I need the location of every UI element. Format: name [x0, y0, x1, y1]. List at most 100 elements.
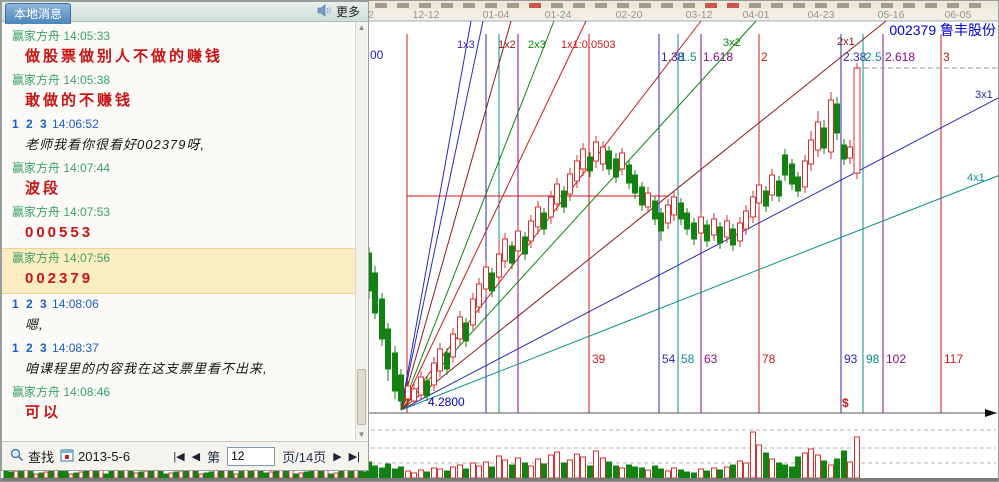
- svg-text:03-12: 03-12: [686, 9, 713, 21]
- sender-name: 赢家方舟: [12, 29, 60, 43]
- chat-message: 1 2 3 14:08:37咱课程里的内容我在这支票里看不出来,: [12, 340, 355, 381]
- message-time: 14:08:46: [60, 385, 110, 399]
- svg-text:00: 00: [370, 48, 384, 62]
- chat-message: 1 2 3 14:08:06嗯,: [12, 296, 355, 337]
- svg-text:04-23: 04-23: [808, 9, 835, 21]
- sender-name: 1 2 3: [12, 297, 49, 311]
- message-meta: 1 2 3 14:06:52: [12, 116, 355, 132]
- svg-text:58: 58: [681, 352, 695, 366]
- svg-text:$: $: [842, 396, 849, 410]
- message-meta: 1 2 3 14:08:06: [12, 296, 355, 312]
- message-text: 敢做的不赚钱: [12, 88, 355, 113]
- svg-text:4x1: 4x1: [967, 172, 985, 184]
- next-page-button[interactable]: ▶: [333, 450, 341, 463]
- sender-name: 赢家方舟: [12, 251, 60, 265]
- svg-text:05-16: 05-16: [878, 9, 905, 21]
- chat-message: 赢家方舟 14:05:38敢做的不赚钱: [12, 72, 355, 113]
- svg-text:3x1: 3x1: [975, 89, 993, 101]
- svg-text:1x3: 1x3: [457, 39, 475, 51]
- svg-text:1.5: 1.5: [680, 50, 697, 64]
- svg-text:06-05: 06-05: [945, 9, 972, 21]
- svg-text:02-20: 02-20: [616, 9, 643, 21]
- message-text: 老师我看你很看好002379呀,: [12, 132, 355, 157]
- search-button[interactable]: 查找: [10, 447, 54, 466]
- chat-message: 赢家方舟 14:07:44波段: [12, 160, 355, 201]
- svg-text:78: 78: [762, 352, 776, 366]
- svg-text:4.2800: 4.2800: [428, 395, 465, 409]
- page-prefix-label: 第: [207, 447, 220, 466]
- message-meta: 赢家方舟 14:07:44: [12, 160, 355, 176]
- message-time: 14:08:37: [49, 341, 99, 355]
- message-time: 14:08:06: [49, 297, 99, 311]
- sender-name: 赢家方舟: [12, 161, 60, 175]
- message-meta: 赢家方舟 14:07:56: [12, 250, 355, 266]
- sender-name: 赢家方舟: [12, 385, 60, 399]
- calendar-icon: [60, 448, 74, 465]
- chat-message: 赢家方舟 14:07:53000553: [12, 204, 355, 245]
- svg-text:102: 102: [886, 352, 906, 366]
- message-meta: 赢家方舟 14:08:46: [12, 384, 355, 400]
- first-page-button[interactable]: |◀: [173, 450, 184, 463]
- message-text: 000553: [12, 220, 355, 245]
- scroll-down-icon[interactable]: ▼: [356, 430, 367, 439]
- more-button[interactable]: 更多: [336, 3, 360, 20]
- prev-page-button[interactable]: ◀: [192, 450, 200, 463]
- message-meta: 赢家方舟 14:05:38: [12, 72, 355, 88]
- chat-message-list: 赢家方舟 14:05:33做股票做别人不做的赚钱赢家方舟 14:05:38敢做的…: [2, 22, 355, 440]
- svg-text:2.5: 2.5: [865, 50, 882, 64]
- svg-text:3x2: 3x2: [723, 37, 741, 49]
- scroll-up-icon[interactable]: ▲: [356, 23, 367, 32]
- sender-name: 1 2 3: [12, 341, 49, 355]
- page-suffix-label: 页/14页: [282, 447, 326, 466]
- chat-scrollbar[interactable]: ▲ ▼: [355, 22, 367, 440]
- svg-text:3: 3: [943, 50, 950, 64]
- search-label: 查找: [28, 447, 54, 466]
- message-text: 波段: [12, 176, 355, 201]
- svg-text:12-12: 12-12: [413, 9, 440, 21]
- search-icon: [10, 448, 24, 465]
- message-text: 002379: [12, 266, 355, 291]
- message-text: 嗯,: [12, 312, 355, 337]
- scroll-thumb[interactable]: [357, 369, 366, 425]
- svg-text:2x3: 2x3: [528, 39, 546, 51]
- svg-text:63: 63: [704, 352, 718, 366]
- svg-text:54: 54: [662, 352, 676, 366]
- chat-header: 本地消息 更多: [2, 2, 368, 22]
- svg-text:98: 98: [866, 352, 880, 366]
- message-time: 14:05:33: [60, 29, 110, 43]
- chat-footer: 查找 2013-5-6 |◀ ◀ 第 页/14页 ▶ ▶: [2, 441, 368, 470]
- svg-text:04-01: 04-01: [743, 9, 770, 21]
- calendar-button[interactable]: 2013-5-6: [60, 448, 130, 465]
- pagination: |◀ ◀ 第 页/14页 ▶ ▶|: [173, 447, 360, 466]
- svg-text:1x2: 1x2: [498, 39, 516, 51]
- svg-text:2.618: 2.618: [885, 50, 915, 64]
- message-time: 14:07:44: [60, 161, 110, 175]
- svg-text:1x1:0.0503: 1x1:0.0503: [561, 39, 615, 51]
- message-text: 咱课程里的内容我在这支票里看不出来,: [12, 356, 355, 381]
- svg-text:39: 39: [592, 352, 606, 366]
- svg-text:2: 2: [761, 50, 768, 64]
- chat-message: 1 2 3 14:06:52老师我看你很看好002379呀,: [12, 116, 355, 157]
- sender-name: 赢家方舟: [12, 73, 60, 87]
- message-text: 做股票做别人不做的赚钱: [12, 44, 355, 69]
- svg-text:117: 117: [944, 352, 963, 366]
- stock-app-window: 12-1201-0401-2402-2003-1204-0104-2305-16…: [0, 0, 999, 482]
- chat-message: 赢家方舟 14:07:56002379: [2, 248, 355, 294]
- chat-panel: 本地消息 更多 赢家方舟 14:05:33做股票做别人不做的赚钱赢家方舟 14:…: [1, 1, 369, 471]
- chat-message: 赢家方舟 14:08:46可以: [12, 384, 355, 425]
- message-meta: 赢家方舟 14:07:53: [12, 204, 355, 220]
- stock-title: 002379 鲁丰股份: [889, 22, 996, 38]
- message-time: 14:07:56: [60, 251, 110, 265]
- svg-text:2x1: 2x1: [837, 36, 855, 48]
- svg-text:01-24: 01-24: [545, 9, 572, 21]
- message-meta: 赢家方舟 14:05:33: [12, 28, 355, 44]
- chat-message: 赢家方舟 14:05:33做股票做别人不做的赚钱: [12, 28, 355, 69]
- speaker-icon[interactable]: [317, 4, 332, 20]
- page-number-input[interactable]: [227, 447, 275, 466]
- tab-local-messages[interactable]: 本地消息: [5, 3, 71, 24]
- sender-name: 1 2 3: [12, 117, 49, 131]
- footer-date: 2013-5-6: [78, 449, 130, 464]
- last-page-button[interactable]: ▶|: [349, 450, 360, 463]
- svg-text:93: 93: [844, 352, 858, 366]
- message-time: 14:07:53: [60, 205, 110, 219]
